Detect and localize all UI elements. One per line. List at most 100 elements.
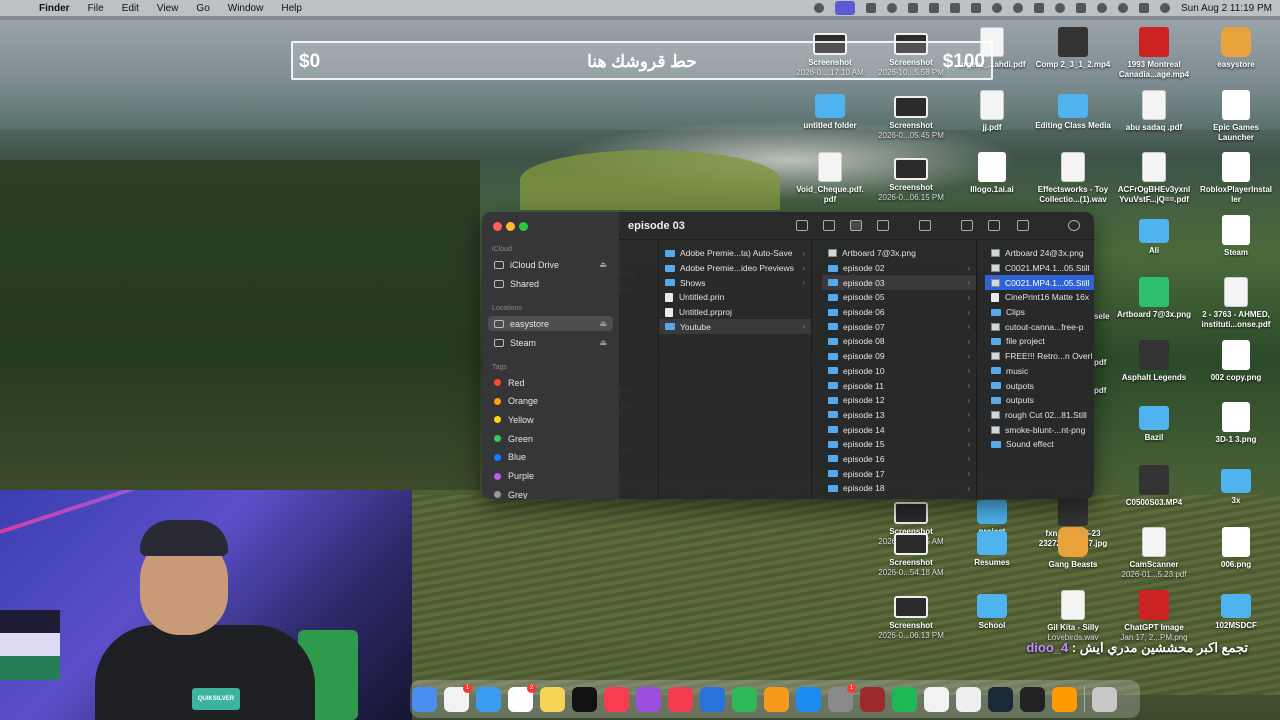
keyboard-input-icon[interactable] [1034, 3, 1044, 13]
search-icon[interactable] [1068, 220, 1080, 231]
dock-numbers-icon[interactable] [732, 686, 757, 712]
cloud-icon[interactable] [908, 3, 918, 13]
folder-row[interactable]: episode 18 › [822, 481, 976, 496]
list-view-icon[interactable] [823, 220, 835, 231]
desktop-icon[interactable]: 102MSDCF [1195, 590, 1277, 631]
menu-help[interactable]: Help [272, 3, 311, 14]
record-icon[interactable] [887, 3, 897, 13]
gamepad-icon[interactable] [971, 3, 981, 13]
folder-row[interactable]: episode 10 › [822, 364, 976, 379]
folder-row[interactable]: episode 17 › [822, 466, 976, 481]
desktop-icon[interactable]: 002 copy.png [1195, 340, 1277, 383]
desktop-icon[interactable]: Bazil [1113, 402, 1195, 443]
bluetooth-icon[interactable] [950, 3, 960, 13]
folder-row[interactable]: episode 11 › [822, 378, 976, 393]
sidebar-item-icloud-drive[interactable]: iCloud Drive ⏏ [488, 257, 613, 272]
desktop-icon[interactable]: Void_Cheque.pdf. pdf [789, 152, 871, 205]
zoom-button[interactable] [519, 222, 528, 231]
sidebar-tag-green[interactable]: Green [488, 431, 613, 446]
dock-finder-icon[interactable] [412, 686, 437, 712]
folder-row[interactable]: Adobe Premie...ideo Previews › [659, 261, 811, 276]
column-view-icon[interactable] [850, 220, 862, 231]
folder-row[interactable]: episode 09 › [822, 349, 976, 364]
folder-row[interactable]: episode 08 › [822, 334, 976, 349]
desktop-icon[interactable]: jj.pdf [951, 90, 1033, 133]
desktop-icon[interactable]: School [951, 590, 1033, 631]
sidebar-tag-yellow[interactable]: Yellow [488, 412, 613, 427]
shield-icon[interactable] [1055, 3, 1065, 13]
play-icon[interactable] [1013, 3, 1023, 13]
folder-row[interactable]: episode 07 › [822, 319, 976, 334]
minimize-button[interactable] [506, 222, 515, 231]
folder-row[interactable]: music [985, 364, 1094, 379]
desktop-icon[interactable]: 1993 Montreal Canadia...age.mp4 [1113, 27, 1195, 80]
file-row[interactable]: C0021.MP4.1...05.Still [985, 275, 1094, 291]
desktop-icon[interactable]: ChatGPT Image Jan 17, 2...PM.png [1113, 590, 1195, 643]
status-icon-2[interactable] [866, 3, 876, 13]
folder-row[interactable]: Sound effect [985, 437, 1094, 452]
dock-checkers-icon[interactable] [956, 686, 981, 712]
dock-chrome-icon[interactable] [924, 686, 949, 712]
menu-app-name[interactable]: Finder [30, 3, 79, 14]
dock-illustrator-icon[interactable] [1052, 686, 1077, 712]
desktop-icon[interactable]: Ali [1113, 215, 1195, 256]
folder-row[interactable]: outputs [985, 393, 1094, 408]
folder-row[interactable]: episode 16 › [822, 452, 976, 467]
close-button[interactable] [493, 222, 502, 231]
desktop-icon[interactable]: Screenshot 2026-0...54.18 AM [870, 527, 952, 578]
desktop-icon[interactable]: C0500S03.MP4 [1113, 465, 1195, 508]
folder-row[interactable]: episode 06 › [822, 305, 976, 320]
clipboard-icon[interactable] [929, 3, 939, 13]
wifi-icon[interactable] [1097, 3, 1107, 13]
eject-icon[interactable]: ⏏ [599, 319, 607, 328]
sidebar-tag-red[interactable]: Red [488, 375, 613, 390]
dock-system-settings-icon[interactable]: 1 [828, 683, 856, 712]
more-actions-icon[interactable] [1017, 220, 1029, 231]
menu-view[interactable]: View [148, 3, 188, 14]
battery-icon[interactable] [1076, 3, 1086, 13]
share-icon[interactable] [961, 220, 973, 231]
dock-trash-icon[interactable] [1092, 686, 1117, 712]
folder-row[interactable]: outpots [985, 378, 1094, 393]
menu-file[interactable]: File [79, 3, 113, 14]
dock-notes-icon[interactable] [540, 686, 565, 712]
dock-keynote-icon[interactable] [700, 686, 725, 712]
dock-launchpad-icon[interactable]: 1 [444, 683, 472, 712]
menu-edit[interactable]: Edit [113, 3, 148, 14]
folder-row[interactable]: episode 14 › [822, 422, 976, 437]
desktop-icon[interactable]: 3D-1 3.png [1195, 402, 1277, 445]
folder-row[interactable]: Youtube › [659, 319, 811, 335]
folder-row[interactable]: episode 02 › [822, 261, 976, 276]
file-row[interactable]: FREE!!! Retro...n Overl [985, 349, 1094, 364]
icon-view-icon[interactable] [796, 220, 808, 231]
dock-pages-icon[interactable] [764, 686, 789, 712]
gallery-view-icon[interactable] [877, 220, 889, 231]
dock-activity-icon[interactable] [1020, 686, 1045, 712]
desktop-icon[interactable]: ACFrOgBHEv3yxnl YvuVstF...jQ==.pdf [1113, 152, 1195, 205]
dock-dictionary-icon[interactable] [860, 686, 885, 712]
file-row[interactable]: Untitled.prproj [659, 305, 811, 320]
sidebar-tag-grey[interactable]: Grey [488, 487, 613, 499]
sidebar-tag-blue[interactable]: Blue [488, 450, 613, 465]
file-row[interactable]: smoke-blunt-...nt-png [985, 422, 1094, 437]
sidebar-tag-purple[interactable]: Purple [488, 469, 613, 484]
desktop-icon[interactable]: easystore [1195, 27, 1277, 70]
desktop-icon[interactable]: Comp 2_3_1_2.mp4 [1032, 27, 1114, 70]
file-row[interactable]: rough Cut 02...81.Still [985, 408, 1094, 423]
folder-row[interactable]: episode 03 › [822, 275, 976, 291]
desktop-icon[interactable]: RobloxPlayerInstal ler [1195, 152, 1277, 205]
desktop-icon[interactable]: 3x [1195, 465, 1277, 506]
desktop-icon[interactable]: Asphalt Legends [1113, 340, 1195, 383]
sidebar-item-easystore[interactable]: easystore ⏏ [488, 316, 613, 331]
menu-clock[interactable]: Sun Aug 2 11:19 PM [1181, 3, 1272, 14]
folder-row[interactable]: episode 05 › [822, 290, 976, 305]
sidebar-item-shared[interactable]: Shared [488, 276, 613, 291]
desktop-icon[interactable]: Screenshot 2026-0...05.45 PM [870, 90, 952, 141]
folder-row[interactable]: episode 13 › [822, 408, 976, 423]
menu-go[interactable]: Go [187, 3, 218, 14]
folder-row[interactable]: Shows › [659, 275, 811, 290]
desktop-icon[interactable]: 2 - 3763 - AHMED, instituti...onse.pdf [1195, 277, 1277, 330]
desktop-icon[interactable]: Steam [1195, 215, 1277, 258]
desktop-icon[interactable]: Editing Class Media [1032, 90, 1114, 131]
file-row[interactable]: Untitled.prin [659, 290, 811, 305]
